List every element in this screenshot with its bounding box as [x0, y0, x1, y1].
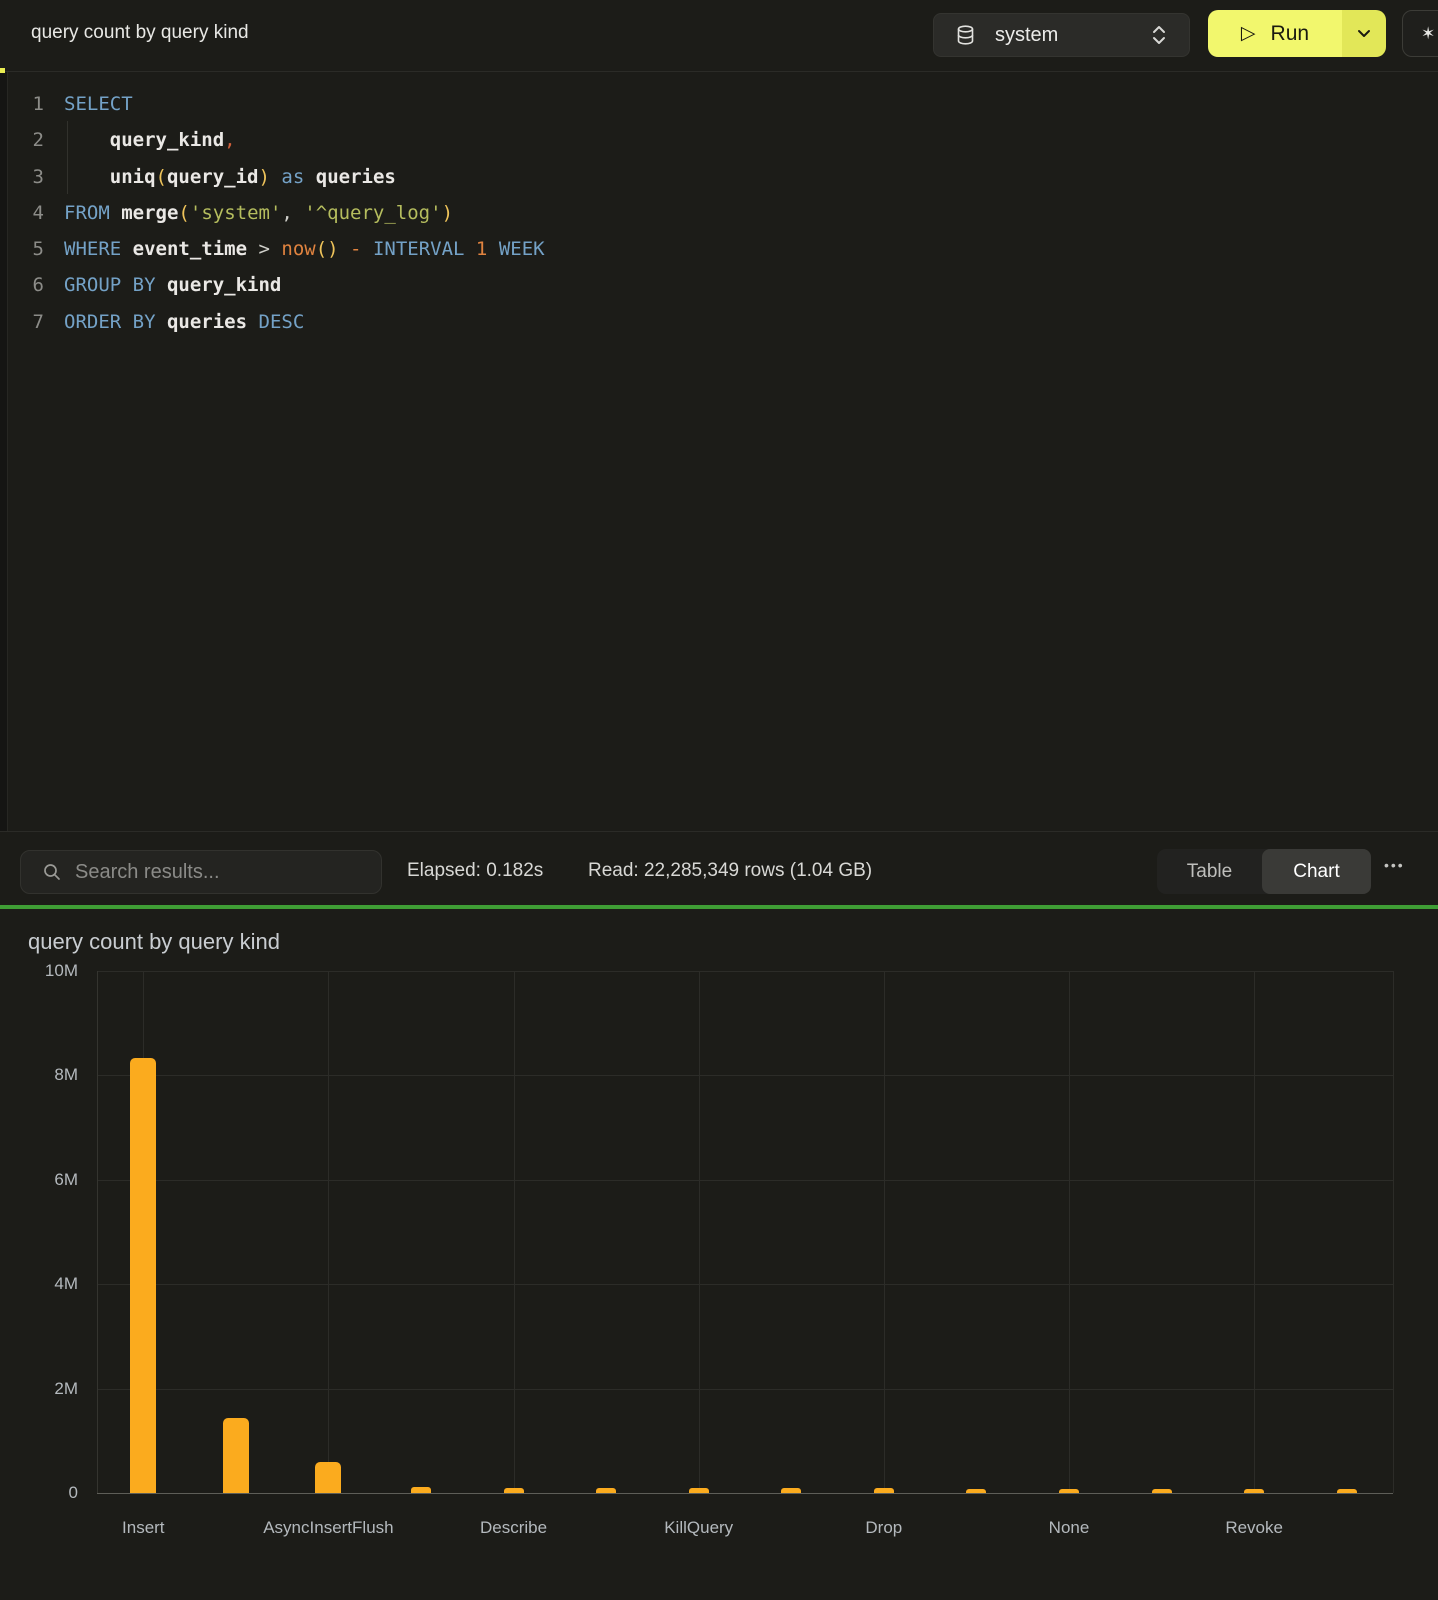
- gridline-v: [1069, 971, 1070, 1493]
- database-selector[interactable]: system: [933, 13, 1190, 57]
- line-number: 7: [8, 304, 44, 340]
- sparkle-icon: ✶: [1421, 24, 1435, 44]
- elapsed-stat: Elapsed: 0.182s: [407, 860, 543, 882]
- y-axis-tick-label: 0: [0, 1483, 78, 1503]
- code-text: ORDER BY queries DESC: [64, 304, 304, 340]
- gridline-v: [328, 971, 329, 1493]
- gridline-v: [699, 971, 700, 1493]
- gridline-v: [1393, 971, 1394, 1493]
- search-results-box[interactable]: [20, 850, 382, 894]
- code-line: 5 WHERE event_time > now() - INTERVAL 1 W…: [8, 231, 1438, 267]
- chart-bar[interactable]: [1244, 1489, 1264, 1493]
- chart-bar[interactable]: [689, 1488, 709, 1493]
- gridline-h: [97, 1075, 1393, 1076]
- assistant-button[interactable]: ✶: [1402, 10, 1438, 57]
- code-line: 2 query_kind,: [8, 122, 1438, 158]
- run-options-button[interactable]: [1342, 10, 1386, 57]
- chart-bar[interactable]: [315, 1462, 341, 1493]
- chart-bar[interactable]: [966, 1489, 986, 1493]
- line-number: 4: [8, 195, 44, 231]
- y-axis-line: [97, 971, 98, 1493]
- play-icon: ▷: [1241, 24, 1256, 43]
- chart-bar[interactable]: [504, 1488, 524, 1493]
- code-text: SELECT: [64, 86, 133, 122]
- search-results-input[interactable]: [73, 860, 357, 885]
- run-button[interactable]: ▷ Run: [1208, 10, 1342, 57]
- line-number: 2: [8, 122, 44, 158]
- gridline-h: [97, 971, 1393, 972]
- chart-bar[interactable]: [1152, 1489, 1172, 1493]
- ellipsis-icon: •••: [1384, 857, 1405, 873]
- code-text: WHERE event_time > now() - INTERVAL 1 WE…: [64, 231, 545, 267]
- y-axis-tick-label: 6M: [0, 1170, 78, 1190]
- code-text: uniq(query_id) as queries: [64, 159, 396, 195]
- view-toggle: Table Chart: [1157, 849, 1371, 894]
- read-stat: Read: 22,285,349 rows (1.04 GB): [588, 860, 872, 882]
- code-line: 3 uniq(query_id) as queries: [8, 159, 1438, 195]
- query-tab-title: query count by query kind: [31, 22, 249, 44]
- chart-panel: query count by query kind 02M4M6M8M10MIn…: [0, 909, 1438, 1600]
- results-toolbar: Elapsed: 0.182s Read: 22,285,349 rows (1…: [0, 831, 1438, 906]
- y-axis-tick-label: 8M: [0, 1065, 78, 1085]
- more-options-button[interactable]: •••: [1378, 856, 1411, 874]
- chart-title: query count by query kind: [28, 929, 280, 955]
- code-line: 6 GROUP BY query_kind: [8, 267, 1438, 303]
- run-button-label: Run: [1271, 22, 1310, 46]
- table-view-button[interactable]: Table: [1157, 849, 1262, 894]
- chart-bar[interactable]: [411, 1487, 431, 1493]
- gridline-h: [97, 1284, 1393, 1285]
- chart-view-button[interactable]: Chart: [1262, 849, 1371, 894]
- y-axis-tick-label: 2M: [0, 1379, 78, 1399]
- line-number: 5: [8, 231, 44, 267]
- chart-bar[interactable]: [1059, 1489, 1079, 1493]
- gridline-h: [97, 1180, 1393, 1181]
- gridline-v: [1254, 971, 1255, 1493]
- y-axis-tick-label: 4M: [0, 1274, 78, 1294]
- code-text: GROUP BY query_kind: [64, 267, 281, 303]
- chevron-down-icon: [1357, 26, 1371, 41]
- x-axis-line: [97, 1493, 1393, 1494]
- chart-bar[interactable]: [874, 1488, 894, 1493]
- sql-editor[interactable]: 1SELECT2 query_kind,3 uniq(query_id) as …: [8, 72, 1438, 831]
- x-axis-category-label: Revoke: [1144, 1518, 1364, 1538]
- line-number: 3: [8, 159, 44, 195]
- code-lines: 1SELECT2 query_kind,3 uniq(query_id) as …: [8, 86, 1438, 340]
- gridline-v: [514, 971, 515, 1493]
- search-icon: [43, 863, 61, 881]
- code-line: 4 FROM merge('system', '^query_log'): [8, 195, 1438, 231]
- sql-console-window: query count by query kind system ▷: [0, 0, 1438, 1600]
- chart-bar[interactable]: [130, 1058, 156, 1493]
- y-axis-tick-label: 10M: [0, 961, 78, 981]
- gridline-h: [97, 1389, 1393, 1390]
- code-line: 7 ORDER BY queries DESC: [8, 304, 1438, 340]
- line-number: 1: [8, 86, 44, 122]
- topbar: query count by query kind system ▷: [0, 0, 1438, 72]
- chart-bar[interactable]: [781, 1488, 801, 1493]
- run-button-group: ▷ Run: [1208, 10, 1386, 57]
- line-number: 6: [8, 267, 44, 303]
- chart-bar[interactable]: [596, 1488, 616, 1493]
- gridline-v: [884, 971, 885, 1493]
- code-line: 1 SELECT: [8, 86, 1438, 122]
- chart-bar[interactable]: [1337, 1489, 1357, 1493]
- database-selector-value: system: [995, 24, 1058, 47]
- select-chevrons-icon: [1151, 24, 1167, 46]
- chart-bar[interactable]: [223, 1418, 249, 1493]
- database-icon: [956, 25, 975, 46]
- code-text: query_kind,: [64, 122, 236, 158]
- panel-resize-indicator: [0, 68, 5, 73]
- code-text: FROM merge('system', '^query_log'): [64, 195, 453, 231]
